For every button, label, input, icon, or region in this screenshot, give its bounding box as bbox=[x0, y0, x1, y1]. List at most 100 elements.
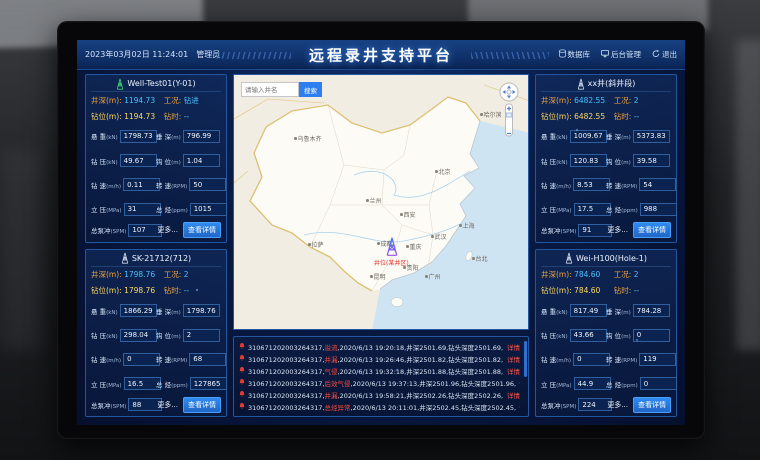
metric-label: 钩 位(m) bbox=[156, 156, 181, 166]
alarm-row: 310671202003264317,井漏,2020/6/13 19:26:46… bbox=[239, 354, 520, 364]
well-depth-label: 井深(m): bbox=[91, 270, 122, 279]
view-detail-button[interactable]: 查看详情 bbox=[633, 222, 671, 238]
china-map[interactable]: 乌鲁木齐哈尔滨北京兰州西安上海武汉成都重庆拉萨贵阳昆明广州台北 bbox=[233, 74, 529, 330]
well-depth-label: 井深(m): bbox=[541, 96, 572, 105]
alarm-scrollbar[interactable] bbox=[524, 341, 527, 377]
panel-footer: 总泵冲(SPM) 91 更多... 查看详情 bbox=[541, 222, 671, 239]
view-detail-button[interactable]: 查看详情 bbox=[183, 397, 221, 413]
condition-label: 工况: bbox=[164, 96, 182, 105]
bit-position-label: 钻位(m): bbox=[541, 286, 572, 295]
bit-position-label: 钻位(m): bbox=[91, 286, 122, 295]
metric-label: 钻 压(kN) bbox=[541, 330, 568, 340]
view-detail-button[interactable]: 查看详情 bbox=[633, 397, 671, 413]
drill-time-value: -- bbox=[184, 112, 189, 121]
metric-label: 钻 压(kN) bbox=[91, 156, 118, 166]
well-panel-header: SK-21712(712) bbox=[91, 251, 221, 267]
title-decoration-left bbox=[213, 52, 291, 59]
metric-value: 0 bbox=[640, 377, 677, 390]
alarm-row: 310671202003264317,井漏,2020/6/13 19:58:21… bbox=[239, 390, 520, 400]
alarm-list: 310671202003264317,溢流,2020/6/13 19:20:18… bbox=[233, 336, 529, 417]
metric-value: 1866.29 bbox=[120, 304, 157, 317]
metric-value: 49.67 bbox=[120, 154, 157, 167]
well-site-marker[interactable] bbox=[385, 237, 399, 260]
alarm-detail-link[interactable]: 详情 bbox=[519, 378, 520, 388]
alarm-text: 310671202003264317,井漏,2020/6/13 19:26:46… bbox=[248, 354, 503, 364]
alarm-detail-link[interactable]: 详情 bbox=[519, 402, 520, 412]
metric-value: 5373.83 bbox=[633, 130, 670, 143]
map-nav-control[interactable] bbox=[499, 82, 519, 142]
alarm-bell-icon bbox=[239, 402, 245, 412]
alarm-row: 310671202003264317,后效气侵,2020/6/13 19:37:… bbox=[239, 378, 520, 388]
bit-position-label: 钻位(m): bbox=[91, 112, 122, 121]
condition-value: 2 bbox=[634, 270, 639, 279]
right-well-column: xx井(斜井段) 井深(m): 6482.55 工况: 2 钻位(m): 648… bbox=[535, 74, 677, 417]
alarm-detail-link[interactable]: 详情 bbox=[507, 342, 520, 352]
well-info-row: 井深(m): 1798.76 工况: 2 bbox=[91, 267, 221, 283]
alarm-detail-link[interactable]: 详情 bbox=[507, 390, 520, 400]
alarm-detail-link[interactable]: 详情 bbox=[507, 354, 520, 364]
well-panel: xx井(斜井段) 井深(m): 6482.55 工况: 2 钻位(m): 648… bbox=[535, 74, 677, 243]
well-search-input[interactable] bbox=[241, 82, 299, 97]
metric-value: 0 bbox=[573, 353, 610, 366]
metric-label: 转 速(RPM) bbox=[606, 354, 637, 364]
metric-label: 立 压(MPa) bbox=[91, 204, 122, 214]
background-glow bbox=[0, 150, 40, 350]
metric-value: 0 bbox=[633, 329, 670, 342]
more-link[interactable]: 更多... bbox=[607, 400, 628, 410]
drill-time-value: -- bbox=[634, 286, 639, 295]
view-detail-button[interactable]: 查看详情 bbox=[183, 222, 221, 238]
more-link[interactable]: 更多... bbox=[157, 400, 178, 410]
condition-value: 2 bbox=[634, 96, 639, 105]
well-name: Wei-H100(Hole-1) bbox=[576, 254, 647, 263]
metric-value: 17.5 bbox=[574, 203, 611, 216]
metric-value: 50 bbox=[189, 178, 226, 191]
metric-value: 784.28 bbox=[633, 304, 670, 317]
panel-footer: 总泵冲(SPM) 107 更多... 查看详情 bbox=[91, 222, 221, 239]
metrics-grid: 悬 重(kN)1798.73垂 深(m)796.99钻 压(kN)49.67钩 … bbox=[91, 124, 221, 222]
condition-label: 工况: bbox=[614, 270, 632, 279]
header-bar: 2023年03月02日 11:24:01 管理员 远程录井支持平台 数据库后台管… bbox=[77, 40, 685, 70]
metric-value: 796.99 bbox=[183, 130, 220, 143]
metric-value: 1798.76 bbox=[183, 304, 220, 317]
pump-stroke-label: 总泵冲(SPM) bbox=[541, 400, 576, 410]
metric-label: 总 烃(ppm) bbox=[156, 204, 188, 214]
well-depth-label: 井深(m): bbox=[91, 96, 122, 105]
alarm-detail-link[interactable]: 详情 bbox=[507, 366, 520, 376]
metric-value: 120.83 bbox=[570, 154, 607, 167]
well-depth-value: 1798.76 bbox=[124, 270, 155, 279]
well-name: xx井(斜井段) bbox=[588, 78, 636, 89]
metric-label: 总 烃(ppm) bbox=[606, 379, 638, 389]
more-link[interactable]: 更多... bbox=[607, 225, 628, 235]
header-action-admin[interactable]: 后台管理 bbox=[601, 49, 641, 60]
well-info-row: 钻位(m): 1798.76 钻时: -- bbox=[91, 283, 221, 299]
title-decoration-right bbox=[471, 52, 549, 59]
well-depth-label: 井深(m): bbox=[541, 270, 572, 279]
alarm-text: 310671202003264317,气侵,2020/6/13 19:32:18… bbox=[248, 366, 503, 376]
header-action-logout[interactable]: 退出 bbox=[652, 49, 677, 60]
alarm-text: 310671202003264317,溢流,2020/6/13 19:20:18… bbox=[248, 342, 503, 352]
derrick-icon bbox=[121, 252, 129, 264]
well-info-row: 井深(m): 784.60 工况: 2 bbox=[541, 267, 671, 283]
metric-value: 54 bbox=[639, 178, 676, 191]
search-button[interactable]: 搜索 bbox=[299, 82, 322, 97]
well-info-row: 井深(m): 1194.73 工况: 钻进 bbox=[91, 92, 221, 108]
zoom-slider-handle[interactable] bbox=[506, 113, 512, 117]
header-left: 2023年03月02日 11:24:01 管理员 bbox=[85, 49, 220, 60]
panel-footer: 总泵冲(SPM) 224 更多... 查看详情 bbox=[541, 396, 671, 413]
bit-position-value: 6482.55 bbox=[574, 112, 605, 121]
well-depth-value: 784.60 bbox=[574, 270, 600, 279]
center-column: 乌鲁木齐哈尔滨北京兰州西安上海武汉成都重庆拉萨贵阳昆明广州台北 bbox=[233, 74, 529, 417]
metric-label: 钩 位(m) bbox=[156, 330, 181, 340]
metric-label: 钻 速(m/h) bbox=[91, 354, 121, 364]
header-action-database[interactable]: 数据库 bbox=[559, 49, 591, 60]
main-area: Well-Test01(Y-01) 井深(m): 1194.73 工况: 钻进 … bbox=[77, 70, 685, 421]
metric-value: 0.11 bbox=[123, 178, 160, 191]
well-panel: Wei-H100(Hole-1) 井深(m): 784.60 工况: 2 钻位(… bbox=[535, 249, 677, 418]
metric-value: 16.5 bbox=[124, 377, 161, 390]
more-link[interactable]: 更多... bbox=[157, 225, 178, 235]
metric-value: 1798.73 bbox=[120, 130, 157, 143]
metric-label: 立 压(MPa) bbox=[91, 379, 122, 389]
well-info-row: 钻位(m): 784.60 钻时: -- bbox=[541, 283, 671, 299]
derrick-icon bbox=[577, 78, 585, 90]
map-search: 搜索 bbox=[241, 82, 322, 97]
